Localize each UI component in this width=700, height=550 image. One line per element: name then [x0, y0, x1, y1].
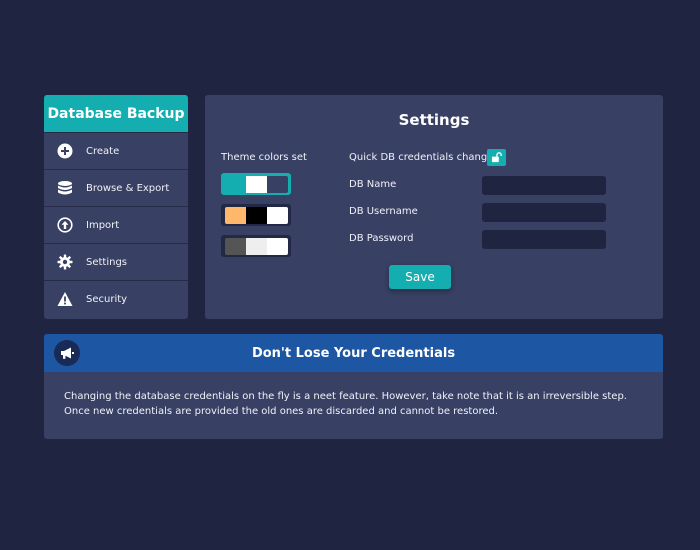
theme-swatch-1[interactable] [221, 173, 291, 195]
warning-icon [57, 291, 73, 307]
theme-swatch-color [245, 237, 267, 255]
theme-swatch-color [245, 175, 267, 193]
theme-swatch-3[interactable] [221, 235, 291, 257]
theme-swatch-color [266, 175, 288, 193]
notice-header: Don't Lose Your Credentials [44, 334, 663, 372]
notice-title: Don't Lose Your Credentials [251, 345, 456, 361]
theme-swatch-color [224, 206, 246, 224]
sidebar-item-label: Settings [86, 256, 128, 268]
db-username-field[interactable] [482, 203, 606, 222]
settings-title: Settings [398, 111, 470, 129]
theme-swatch-color [224, 175, 246, 193]
sidebar-item-settings[interactable]: Settings [44, 243, 188, 280]
notice-body: Changing the database credentials on the… [64, 391, 627, 417]
unlock-icon [491, 152, 502, 163]
db-password-label: DB Password [349, 233, 414, 244]
theme-swatch-color [266, 206, 288, 224]
theme-swatch-color [266, 237, 288, 255]
save-button[interactable]: Save [389, 265, 451, 289]
unlock-button[interactable] [487, 149, 506, 166]
theme-colors-label: Theme colors set [221, 152, 307, 163]
theme-swatch-2[interactable] [221, 204, 291, 226]
db-name-field[interactable] [482, 176, 606, 195]
notice-panel: Don't Lose Your Credentials Changing the… [44, 334, 663, 439]
settings-panel: Settings Theme colors set Quick DB crede… [205, 95, 663, 319]
db-name-label: DB Name [349, 179, 397, 190]
sidebar-item-import[interactable]: Import [44, 206, 188, 243]
megaphone-icon [54, 340, 80, 366]
sidebar-item-label: Create [86, 145, 120, 157]
sidebar-item-create[interactable]: Create [44, 132, 188, 169]
sidebar-item-security[interactable]: Security [44, 280, 188, 317]
sidebar: Database Backup Create Browse & Export I… [44, 95, 188, 319]
gear-icon [57, 254, 73, 270]
upload-circle-icon [57, 217, 73, 233]
plus-circle-icon [57, 143, 73, 159]
sidebar-item-label: Import [86, 219, 120, 231]
database-icon [57, 180, 73, 196]
sidebar-item-label: Browse & Export [86, 182, 170, 194]
sidebar-item-label: Security [86, 293, 128, 305]
theme-swatch-color [224, 237, 246, 255]
theme-swatch-color [245, 206, 267, 224]
sidebar-title: Database Backup [44, 95, 188, 132]
db-password-field[interactable] [482, 230, 606, 249]
db-username-label: DB Username [349, 206, 418, 217]
quick-credentials-label: Quick DB credentials change [349, 152, 494, 163]
sidebar-item-browse-export[interactable]: Browse & Export [44, 169, 188, 206]
